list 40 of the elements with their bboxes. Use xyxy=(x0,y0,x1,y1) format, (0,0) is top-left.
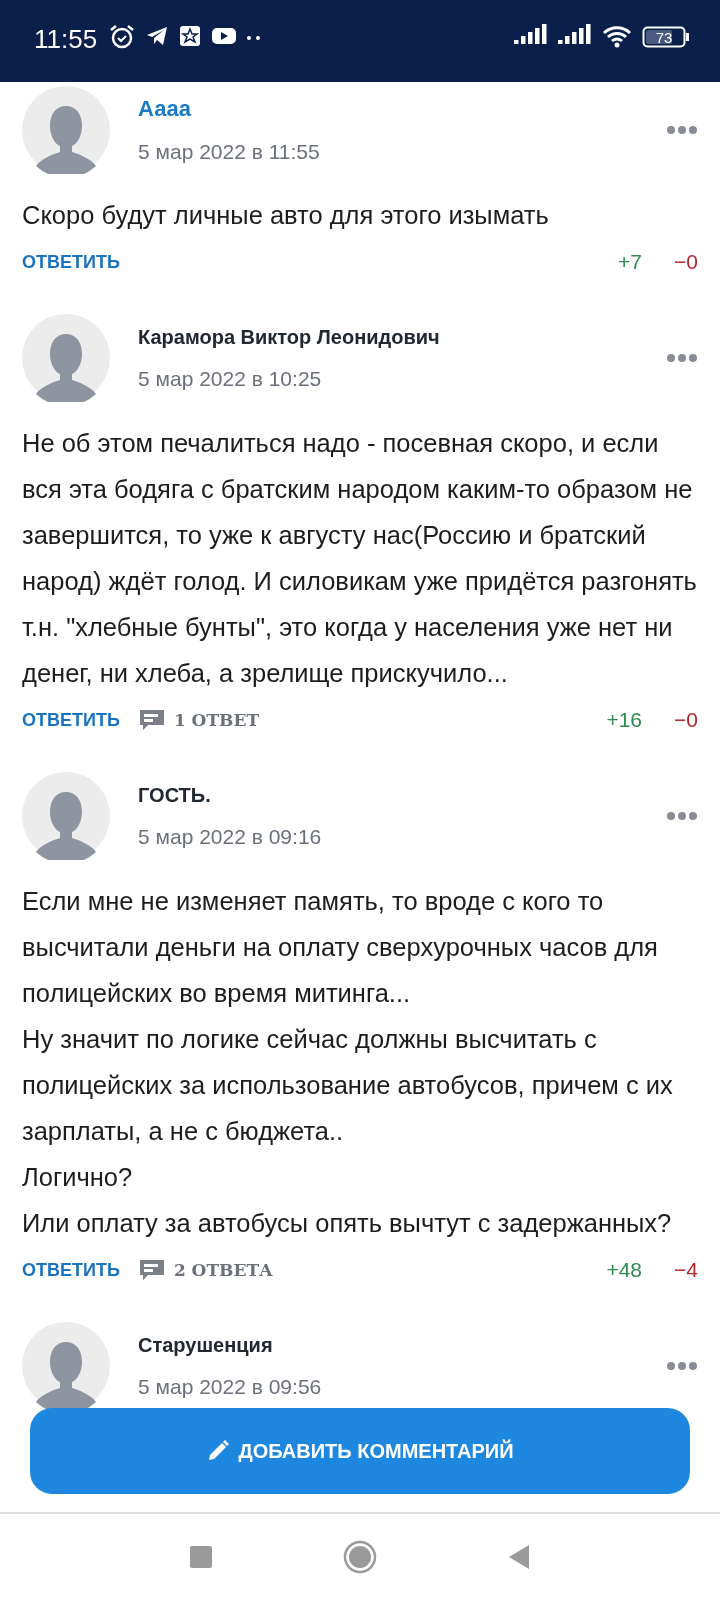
downvote-count[interactable]: −0 xyxy=(674,250,698,274)
author-name: Старушенция xyxy=(138,1333,274,1357)
comment-date: 5 мар 2022 в 11:55 xyxy=(138,140,321,164)
speech-bubble-icon xyxy=(137,1258,166,1282)
alarm-icon xyxy=(109,24,136,50)
more-icon[interactable] xyxy=(666,1361,698,1371)
upvote-count[interactable]: +48 xyxy=(606,1258,643,1282)
reply-link[interactable]: ОТВЕТИТЬ xyxy=(22,251,120,273)
back-nav-icon[interactable] xyxy=(507,1544,531,1570)
paper-plane-icon xyxy=(145,24,170,48)
reply-link[interactable]: ОТВЕТИТЬ xyxy=(22,709,120,731)
comment-text: Не об этом печалиться надо - посевная скоро, и если вся эта бодяга с братским народом каким-то образом не завершится, то уже к августу нас(Россию и братский народ) ждёт голод. И силовикам уже придётся разгонять т.н. "хлебные бунты", это когда у населения уже нет ни денег, ни хлеба, а зрелище прискучило... xyxy=(22,428,698,689)
comment-date: 5 мар 2022 в 09:16 xyxy=(138,824,323,849)
square-nav-icon[interactable] xyxy=(189,1545,213,1569)
more-icon[interactable] xyxy=(666,353,698,363)
upvote-count[interactable]: +16 xyxy=(606,708,643,732)
pencil-icon xyxy=(206,1439,231,1463)
comment-date: 5 мар 2022 в 09:56 xyxy=(138,1374,323,1399)
comment-date: 5 мар 2022 в 10:25 xyxy=(138,366,323,391)
downvote-count[interactable]: −0 xyxy=(674,708,698,732)
more-icon[interactable] xyxy=(666,811,698,821)
speech-bubble-icon xyxy=(137,708,166,732)
replies-count[interactable]: 2 ОТВЕТА xyxy=(173,1260,273,1280)
reply-link[interactable]: ОТВЕТИТЬ xyxy=(22,1259,120,1281)
clock: 11:55 xyxy=(34,24,98,55)
author-name: ГОСТЬ. xyxy=(138,783,212,807)
upvote-count[interactable]: +7 xyxy=(618,250,643,274)
star-app-icon xyxy=(179,24,202,48)
more-icon[interactable] xyxy=(666,125,698,135)
battery-level: 73 xyxy=(655,28,673,46)
more-notifications-icon xyxy=(247,36,262,40)
downvote-count[interactable]: −4 xyxy=(674,1258,698,1282)
add-comment-button[interactable]: ДОБАВИТЬ КОММЕНТАРИЙ xyxy=(30,1408,690,1494)
replies-count[interactable]: 1 ОТВЕТ xyxy=(173,710,260,730)
home-nav-icon[interactable] xyxy=(343,1540,377,1574)
comment-text: Скоро будут личные авто для этого изымать xyxy=(22,200,550,231)
comment-text: Если мне не изменяет память, то вроде с кого то высчитали деньги на оплату сверхурочных часов для полицейских во время митинга... Ну значит по логике сейчас должны высчитать с полицейских за использование автобусов, причем с их зарплаты, а не с бюджета.. Логично? Или оплату за автобусы опять вычтут с задержанных? xyxy=(22,886,674,1239)
wifi-icon xyxy=(602,24,632,50)
author-name: Аааа xyxy=(138,96,192,122)
author-name: Карамора Виктор Леонидович xyxy=(138,325,441,349)
